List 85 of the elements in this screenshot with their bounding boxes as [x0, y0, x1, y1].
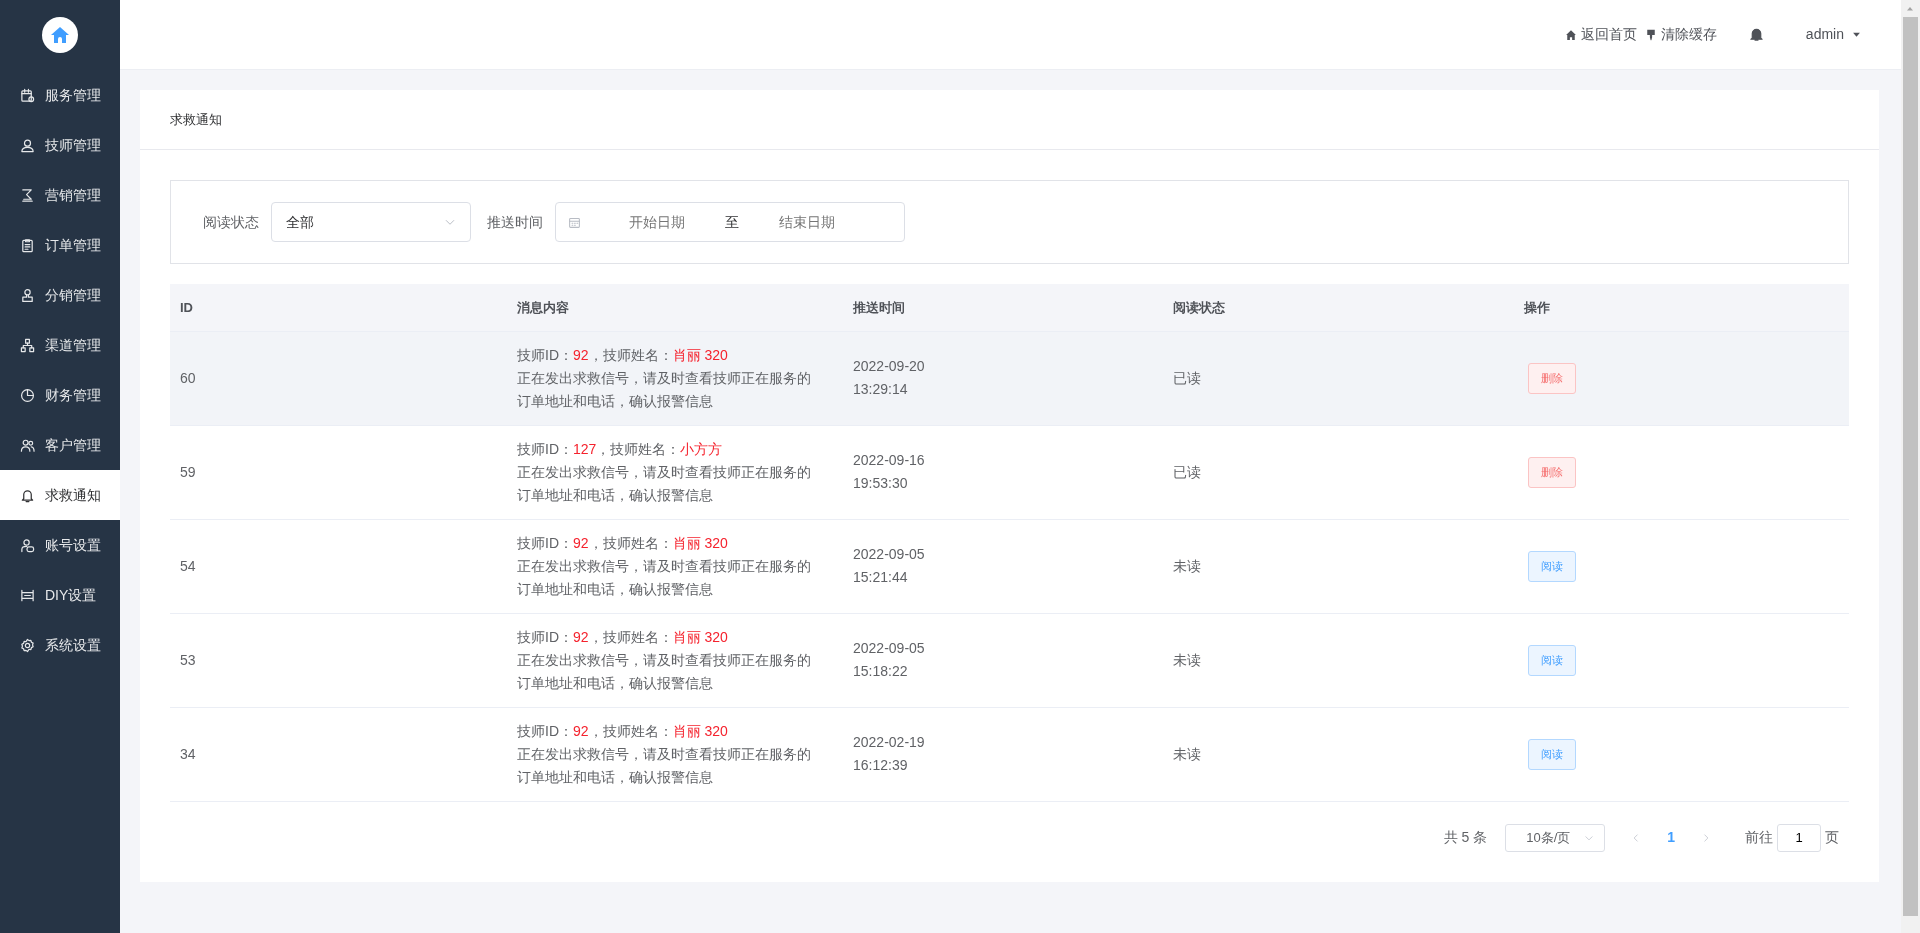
calendar-icon	[568, 215, 581, 229]
field-label: 推送时间	[487, 212, 543, 232]
sidebar-item[interactable]: 客户管理	[0, 420, 120, 470]
status-text: 未读	[1173, 651, 1201, 668]
sidebar-item[interactable]: DIY设置	[0, 570, 120, 620]
sidebar-item[interactable]: 渠道管理	[0, 320, 120, 370]
table-row[interactable]: 34 技师ID：92，技师姓名：肖丽 320 正在发出求救信号，请及时查看技师正在服务的订单地址和电话，确认报警信息 2022-02-19 16:12:39 未读 阅读	[170, 707, 1849, 801]
technician-info: 技师ID：127，技师姓名：小方方	[517, 437, 723, 461]
table-cell: 13:29:14	[853, 378, 908, 401]
chevron-right-icon[interactable]	[1701, 832, 1711, 843]
pie-chart-icon	[20, 387, 35, 403]
table-cell: 34	[180, 745, 196, 762]
table-cell: 2022-02-19	[853, 731, 925, 754]
stamp-icon	[20, 287, 35, 303]
table-cell: 2022-09-05	[853, 543, 925, 566]
people-icon	[20, 437, 35, 453]
clipboard-icon	[20, 237, 35, 253]
column-header: ID	[180, 299, 193, 315]
table-cell: 59	[180, 463, 196, 480]
page-size-select[interactable]: 10条/页	[1505, 823, 1606, 852]
brush-icon	[1644, 28, 1657, 41]
table-cell: 53	[180, 651, 196, 668]
user-menu[interactable]: admin	[1805, 24, 1861, 45]
person-icon	[20, 137, 35, 153]
sidebar-item[interactable]: 服务管理	[0, 70, 120, 120]
table-cell: 2022-09-20	[853, 355, 925, 378]
column-header: 消息内容	[517, 299, 569, 315]
status-text: 已读	[1173, 463, 1201, 480]
settings-icon	[20, 637, 35, 653]
logo-icon	[42, 17, 78, 53]
page-input[interactable]: 1	[1777, 823, 1821, 852]
column-header: 推送时间	[853, 299, 905, 315]
table-cell: 15:18:22	[853, 660, 908, 683]
field-label: 阅读状态	[203, 212, 259, 232]
page-title: 求救通知	[170, 110, 222, 129]
technician-info: 技师ID：92，技师姓名：肖丽 320	[517, 625, 728, 649]
bell-icon	[20, 487, 35, 503]
status-text: 已读	[1173, 369, 1201, 386]
sidebar-item[interactable]: 订单管理	[0, 220, 120, 270]
column-header: 操作	[1524, 299, 1550, 315]
bell-icon[interactable]	[1748, 27, 1764, 42]
layout-icon	[20, 587, 35, 603]
message-text: 正在发出求救信号，请及时查看技师正在服务的订单地址和电话，确认报警信息	[517, 368, 812, 411]
scrollbar[interactable]	[1901, 0, 1920, 933]
sidebar-item[interactable]: 技师管理	[0, 120, 120, 170]
home-link[interactable]: 返回首页	[1564, 24, 1637, 45]
table-row[interactable]: 59 技师ID：127，技师姓名：小方方 正在发出求救信号，请及时查看技师正在服务的订单地址和电话，确认报警信息 2022-09-16 19:53:30 已读 删除	[170, 425, 1849, 519]
home-icon	[1564, 28, 1577, 41]
table-cell: 54	[180, 557, 196, 574]
hierarchy-icon	[20, 337, 35, 353]
table-cell: 19:53:30	[853, 472, 908, 495]
table-row[interactable]: 53 技师ID：92，技师姓名：肖丽 320 正在发出求救信号，请及时查看技师正在服务的订单地址和电话，确认报警信息 2022-09-05 15:18:22 未读 阅读	[170, 613, 1849, 707]
message-text: 正在发出求救信号，请及时查看技师正在服务的订单地址和电话，确认报警信息	[517, 462, 812, 505]
clear-cache-link[interactable]: 清除缓存	[1644, 24, 1717, 45]
calendar-icon	[20, 87, 35, 103]
technician-info: 技师ID：92，技师姓名：肖丽 320	[517, 531, 728, 555]
technician-info: 技师ID：92，技师姓名：肖丽 320	[517, 719, 728, 743]
scroll-up-icon	[1906, 5, 1914, 13]
status-text: 未读	[1173, 745, 1201, 762]
sidebar-item[interactable]: 账号设置	[0, 520, 120, 570]
sidebar-item[interactable]: 分销管理	[0, 270, 120, 320]
technician-info: 技师ID：92，技师姓名：肖丽 320	[517, 343, 728, 367]
message-text: 正在发出求救信号，请及时查看技师正在服务的订单地址和电话，确认报警信息	[517, 650, 812, 693]
status-text: 未读	[1173, 557, 1201, 574]
table-row[interactable]: 60 技师ID：92，技师姓名：肖丽 320 正在发出求救信号，请及时查看技师正在服务的订单地址和电话，确认报警信息 2022-09-20 13:29:14 已读 删除	[170, 331, 1849, 425]
table-row[interactable]: 54 技师ID：92，技师姓名：肖丽 320 正在发出求救信号，请及时查看技师正在服务的订单地址和电话，确认报警信息 2022-09-05 15:21:44 未读 阅读	[170, 519, 1849, 613]
goto-label: 前往	[1745, 828, 1773, 847]
date-range-field[interactable]: 开始日期 至 结束日期	[555, 202, 905, 242]
sidebar-item[interactable]: 求救通知	[0, 470, 120, 520]
message-text: 正在发出求救信号，请及时查看技师正在服务的订单地址和电话，确认报警信息	[517, 744, 812, 787]
read-status-select[interactable]: 全部	[271, 202, 471, 242]
sidebar-item[interactable]: 系统设置	[0, 620, 120, 670]
table-cell: 16:12:39	[853, 754, 908, 777]
sidebar-item[interactable]: 财务管理	[0, 370, 120, 420]
sidebar-item[interactable]: 营销管理	[0, 170, 120, 220]
caret-icon	[1852, 30, 1861, 39]
total-count: 共 5 条	[1443, 828, 1488, 847]
table-cell: 15:21:44	[853, 566, 908, 589]
table-cell: 60	[180, 369, 196, 386]
table-cell: 2022-09-16	[853, 449, 925, 472]
column-header: 阅读状态	[1173, 299, 1225, 315]
page-suffix: 页	[1825, 828, 1839, 847]
account-icon	[20, 537, 35, 553]
message-text: 正在发出求救信号，请及时查看技师正在服务的订单地址和电话，确认报警信息	[517, 556, 812, 599]
table-cell: 2022-09-05	[853, 637, 925, 660]
